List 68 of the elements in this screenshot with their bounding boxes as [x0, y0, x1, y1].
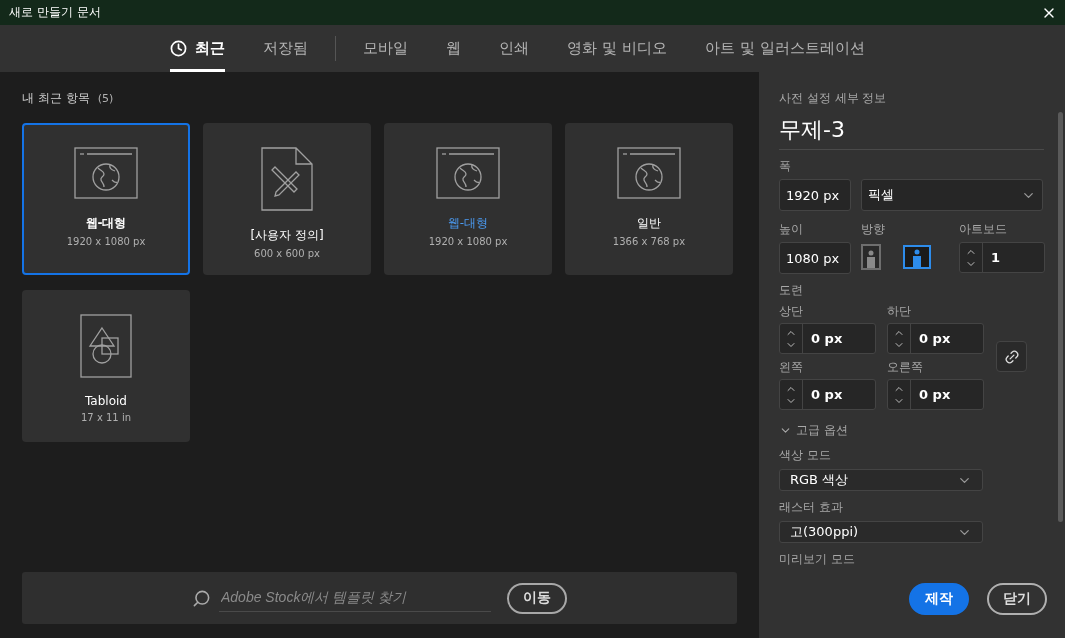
field-label: 도련	[779, 282, 804, 299]
person-icon	[912, 249, 922, 267]
units-dropdown[interactable]: 픽셀	[861, 179, 1043, 211]
preset-title: 일반	[637, 215, 661, 232]
preset-card[interactable]: 웹-대형 1920 x 1080 px	[384, 123, 552, 275]
field-label: 아트보드	[959, 221, 1008, 238]
preset-card[interactable]: Tabloid 17 x 11 in	[22, 290, 190, 442]
clock-icon	[170, 40, 188, 57]
preset-size: 1920 x 1080 px	[428, 236, 508, 247]
document-name-field[interactable]: 무제-3	[779, 107, 1044, 150]
preset-size: 600 x 600 px	[254, 248, 320, 259]
preset-title: Tabloid	[85, 394, 127, 408]
browser-globe-icon	[74, 147, 138, 199]
portrait-button[interactable]	[861, 244, 881, 270]
search-field[interactable]: Adobe Stock에서 템플릿 찾기	[219, 584, 491, 612]
field-label: 높이	[779, 221, 804, 238]
ruler-pencil-document-icon	[261, 147, 313, 211]
person-icon	[866, 250, 876, 268]
close-button[interactable]: 닫기	[987, 583, 1047, 615]
stepper-field[interactable]: 1	[959, 242, 1045, 273]
preset-title: 웹-대형	[447, 215, 489, 232]
scrollbar[interactable]	[1058, 112, 1063, 522]
stepper-field[interactable]: 0 px	[887, 323, 984, 354]
panel-heading: 사전 설정 세부 정보	[779, 90, 888, 107]
tab[interactable]: 최근	[170, 25, 226, 72]
field-label: 왼쪽	[779, 359, 804, 376]
advanced-options-toggle[interactable]: 고급 옵션	[779, 422, 1045, 439]
tab[interactable]: 아트 및 일러스트레이션	[705, 25, 865, 72]
field-label: 래스터 효과	[779, 499, 844, 516]
section-heading: 내 최근 항목	[22, 90, 90, 107]
window-title: 새로 만들기 문서	[9, 4, 101, 21]
shapes-document-icon	[80, 314, 132, 378]
stepper-field[interactable]: 0 px	[779, 323, 876, 354]
link-button[interactable]	[996, 341, 1027, 372]
go-button[interactable]: 이동	[507, 582, 567, 614]
height-field[interactable]: 1080 px	[779, 242, 851, 274]
preset-size: 17 x 11 in	[81, 412, 131, 423]
stepper-field[interactable]: 0 px	[887, 379, 984, 410]
field-label: 방향	[861, 221, 886, 238]
browser-globe-icon	[617, 147, 681, 199]
preset-size: 1366 x 768 px	[612, 236, 686, 247]
landscape-button[interactable]	[903, 245, 931, 269]
raster-effects-dropdown[interactable]: 고(300ppi)	[779, 521, 983, 543]
create-button[interactable]: 제작	[909, 583, 969, 615]
stepper-field[interactable]: 0 px	[779, 379, 876, 410]
tab[interactable]: 인쇄	[499, 25, 530, 72]
field-label: 하단	[887, 303, 912, 320]
field-label: 미리보기 모드	[779, 551, 856, 568]
preset-card[interactable]: 웹-대형 1920 x 1080 px	[22, 123, 190, 275]
field-label: 색상 모드	[779, 447, 832, 464]
tab[interactable]: 저장됨	[263, 25, 309, 72]
color-mode-dropdown[interactable]: RGB 색상	[779, 469, 983, 491]
field-label: 상단	[779, 303, 804, 320]
preset-card[interactable]: 일반 1366 x 768 px	[565, 123, 733, 275]
tab[interactable]: 영화 및 비디오	[567, 25, 667, 72]
preset-card[interactable]: [사용자 정의] 600 x 600 px	[203, 123, 371, 275]
tab[interactable]: 모바일	[363, 25, 409, 72]
tab[interactable]: 웹	[446, 25, 462, 72]
preset-size: 1920 x 1080 px	[66, 236, 146, 247]
search-icon	[192, 588, 211, 608]
width-field[interactable]: 1920 px	[779, 179, 851, 211]
advanced-options-label: 고급 옵션	[796, 422, 848, 439]
browser-globe-icon	[436, 147, 500, 199]
preset-title: 웹-대형	[85, 215, 127, 232]
item-count: (5)	[97, 92, 114, 105]
preset-title: [사용자 정의]	[250, 227, 324, 244]
field-label: 폭	[779, 158, 792, 175]
field-label: 오른쪽	[887, 359, 924, 376]
